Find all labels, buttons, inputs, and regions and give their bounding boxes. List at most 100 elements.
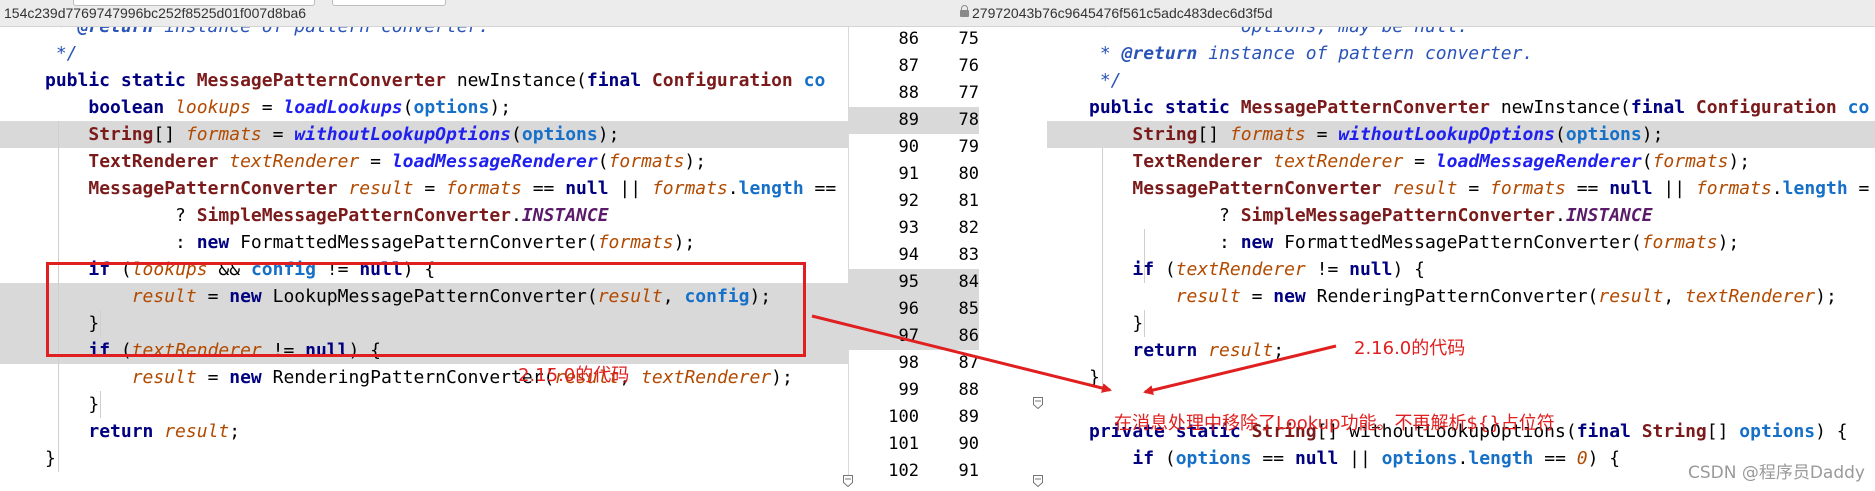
right-line-number: 84 xyxy=(958,272,979,292)
code-token: result xyxy=(164,421,230,442)
code-token: options xyxy=(1175,448,1252,469)
code-token: ) { xyxy=(1392,259,1425,280)
code-token: formats xyxy=(446,178,522,199)
code-token: = xyxy=(261,124,295,145)
code-token: loadLookups xyxy=(283,97,403,118)
code-token: SimpleMessagePatternConverter xyxy=(196,205,511,226)
left-line-number: 88 xyxy=(898,83,919,103)
code-token: formats xyxy=(608,151,685,172)
code-token: || xyxy=(1338,448,1382,469)
code-line: return result; xyxy=(45,418,240,445)
code-token: textRenderer xyxy=(1175,259,1306,280)
fold-marker-icon[interactable] xyxy=(1033,394,1043,410)
right-version-note: 2.16.0的代码 xyxy=(1354,338,1466,359)
code-token: == xyxy=(803,178,837,199)
code-token: ); xyxy=(1717,232,1740,253)
removed-block-highlight xyxy=(46,262,806,357)
code-token: formats xyxy=(651,178,728,199)
code-token: || xyxy=(608,178,652,199)
code-line: MessagePatternConverter result = formats… xyxy=(45,175,836,202)
code-token: options xyxy=(1739,421,1816,442)
code-token: instance of pattern converter. xyxy=(153,27,489,37)
code-line: MessagePatternConverter result = formats… xyxy=(1089,175,1869,202)
code-token: if xyxy=(1132,259,1165,280)
code-token: = xyxy=(1847,178,1870,199)
left-line-number: 94 xyxy=(898,245,919,265)
right-line-number: 91 xyxy=(958,461,979,481)
code-token: formats xyxy=(185,124,262,145)
code-token: SimpleMessagePatternConverter xyxy=(1240,205,1555,226)
left-line-number: 98 xyxy=(898,353,919,373)
code-token: result xyxy=(1392,178,1458,199)
left-line-number: 89 xyxy=(898,110,919,130)
code-token: ? xyxy=(1089,205,1241,226)
code-token: ( xyxy=(1164,448,1176,469)
code-token: */ xyxy=(1089,70,1122,91)
right-line-number: 83 xyxy=(958,245,979,265)
fold-marker-icon[interactable] xyxy=(1033,472,1043,488)
code-token: } xyxy=(1089,313,1144,334)
left-line-number: 95 xyxy=(898,272,919,292)
code-token: final xyxy=(1630,97,1696,118)
code-token: result xyxy=(1175,286,1241,307)
code-token: ); xyxy=(597,124,620,145)
code-token: final xyxy=(1576,421,1642,442)
left-line-number: 102 xyxy=(888,461,919,481)
code-line: String[] formats = withoutLookupOptions(… xyxy=(1089,121,1663,148)
code-line: TextRenderer textRenderer = loadMessageR… xyxy=(1089,148,1750,175)
left-line-number: 90 xyxy=(898,137,919,157)
code-token: != xyxy=(1305,259,1350,280)
left-commit-hash: 154c239d7769747996bc252f8525d01f007d8ba6 xyxy=(4,5,307,21)
code-line: boolean lookups = loadLookups(options); xyxy=(45,94,511,121)
code-token: || xyxy=(1652,178,1696,199)
code-token: = xyxy=(1305,124,1339,145)
left-version-note: 2.15.0的代码 xyxy=(518,365,630,386)
code-token: } xyxy=(1089,367,1100,388)
code-token: , xyxy=(1663,286,1686,307)
code-token: TextRenderer xyxy=(1132,151,1274,172)
code-token: result xyxy=(1598,286,1664,307)
left-line-number: 86 xyxy=(898,29,919,49)
code-line: return result; xyxy=(1089,337,1284,364)
code-token: == xyxy=(1533,448,1577,469)
code-token: Configuration xyxy=(1695,97,1848,118)
left-line-number: 101 xyxy=(888,434,919,454)
code-token: MessagePatternConverter xyxy=(88,178,349,199)
code-token: == xyxy=(1251,448,1295,469)
tab-stub-mid[interactable] xyxy=(332,0,446,6)
code-line: } xyxy=(45,445,56,472)
code-token: String xyxy=(1132,124,1198,145)
code-token: lookups xyxy=(175,97,251,118)
code-token: options xyxy=(413,97,490,118)
code-line: if (textRenderer != null) { xyxy=(1089,256,1425,283)
fold-marker-icon[interactable] xyxy=(843,472,853,488)
code-token: String xyxy=(88,124,154,145)
code-token: new xyxy=(1273,286,1317,307)
code-token: length xyxy=(1468,448,1534,469)
code-token: ( xyxy=(511,124,522,145)
code-token: ( xyxy=(1164,259,1176,280)
right-line-number: 88 xyxy=(958,380,979,400)
code-line: */ xyxy=(45,40,78,67)
left-code-pane[interactable]: * @return instance of pattern converter.… xyxy=(0,27,848,487)
left-line-number: 100 xyxy=(888,407,919,427)
code-token: options xyxy=(1381,448,1458,469)
code-token: */ xyxy=(45,43,78,64)
code-token: result xyxy=(348,178,414,199)
code-token: = xyxy=(1240,286,1274,307)
code-token: boolean xyxy=(88,97,176,118)
right-line-number: 82 xyxy=(958,218,979,238)
code-token: result xyxy=(131,367,197,388)
code-token: if xyxy=(1132,448,1165,469)
right-line-number: 89 xyxy=(958,407,979,427)
code-token: * options, may be null. xyxy=(1089,27,1468,37)
code-token: final xyxy=(586,70,652,91)
left-line-number: 92 xyxy=(898,191,919,211)
code-token: textRenderer xyxy=(1685,286,1816,307)
code-token: withoutLookupOptions xyxy=(294,124,512,145)
